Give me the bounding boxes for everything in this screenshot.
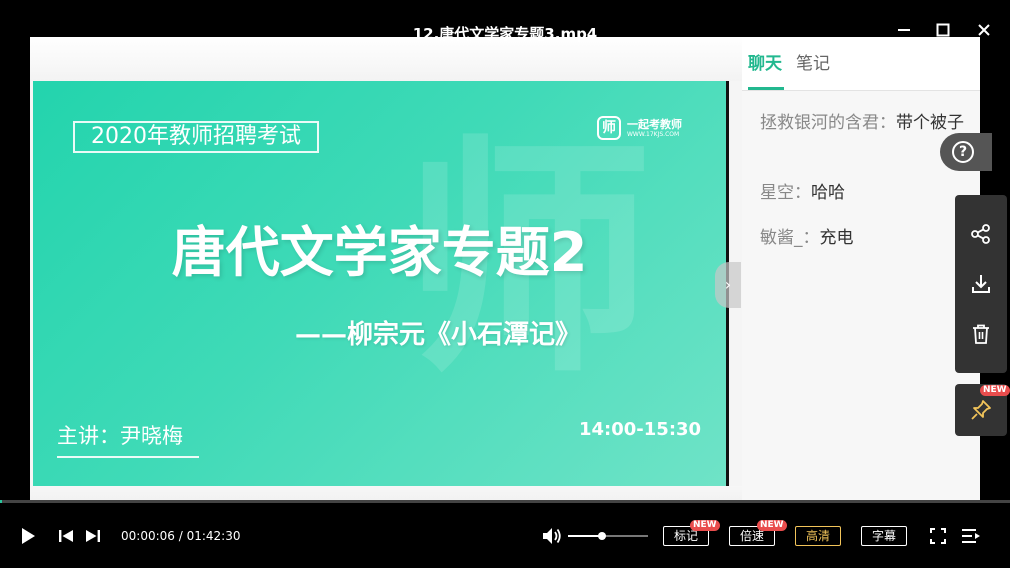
chat-username: 星空： xyxy=(760,183,811,203)
subtitle-button[interactable]: 字幕 xyxy=(861,526,907,546)
delete-button[interactable] xyxy=(955,311,1007,357)
delete-icon xyxy=(973,324,989,344)
window-title: 12.唐代文学家专题3.mp4 xyxy=(412,25,598,43)
fullscreen-icon xyxy=(930,528,946,544)
playlist-icon xyxy=(962,529,980,543)
volume-fill xyxy=(568,535,602,537)
chat-username: 敏酱_： xyxy=(760,228,820,248)
volume-knob[interactable] xyxy=(598,532,606,540)
download-icon xyxy=(972,275,990,293)
logo-name: 一起考教师 xyxy=(627,118,682,131)
slide-sub-title: ——柳宗元《小石潭记》 xyxy=(295,320,582,350)
chat-text: 哈哈 xyxy=(811,183,845,203)
speaker-underline xyxy=(57,456,199,458)
fullscreen-button[interactable] xyxy=(930,528,946,548)
logo-mark: 师 xyxy=(597,116,621,140)
lecture-slide: 师 2020年教师招聘考试 师 一起考教师 WWW.17KJS.COM 唐代文学… xyxy=(33,81,726,486)
video-frame[interactable]: 师 2020年教师招聘考试 师 一起考教师 WWW.17KJS.COM 唐代文学… xyxy=(30,37,980,530)
brand-logo: 师 一起考教师 WWW.17KJS.COM xyxy=(597,115,697,145)
speaker-label: 主讲：尹晓梅 xyxy=(57,424,183,448)
skip-back-icon xyxy=(59,530,73,542)
chat-username: 拯救银河的含君： xyxy=(760,113,896,133)
volume-button[interactable] xyxy=(541,526,563,550)
chat-message: 星空：哈哈 xyxy=(760,181,965,205)
collapse-panel-handle[interactable]: › xyxy=(715,262,741,308)
next-button[interactable] xyxy=(85,528,101,548)
time-display: 00:00:06 / 01:42:30 xyxy=(121,529,241,543)
quality-button[interactable]: 高清 xyxy=(795,526,841,546)
play-button[interactable] xyxy=(20,527,36,549)
chat-text: 充电 xyxy=(819,228,854,248)
volume-icon xyxy=(543,528,561,544)
pin-new-badge: NEW xyxy=(980,385,1010,396)
volume-slider[interactable] xyxy=(568,532,648,540)
chat-tabs: 聊天 笔记 xyxy=(742,37,980,91)
chevron-right-icon: › xyxy=(724,275,732,294)
active-tab-indicator xyxy=(748,87,784,90)
tab-notes[interactable]: 笔记 xyxy=(796,52,830,76)
tab-chat[interactable]: 聊天 xyxy=(748,52,782,76)
chat-text: 带个被子 xyxy=(896,113,964,133)
slide-main-title: 唐代文学家专题2 xyxy=(171,221,588,284)
control-bar: 00:00:06 / 01:42:30 标记 NEW 倍速 NEW 高清 字幕 xyxy=(0,503,1010,568)
side-toolbar xyxy=(955,195,1007,373)
share-button[interactable] xyxy=(955,211,1007,257)
download-button[interactable] xyxy=(955,261,1007,307)
playlist-button[interactable] xyxy=(961,528,981,548)
exam-label: 2020年教师招聘考试 xyxy=(73,121,319,153)
chat-panel: 聊天 笔记 拯救银河的含君：带个被子 星空：哈哈 敏酱_：充电 xyxy=(742,37,980,530)
chat-message: 敏酱_：充电 xyxy=(760,226,965,250)
logo-url: WWW.17KJS.COM xyxy=(627,131,680,138)
speed-new-badge: NEW xyxy=(757,520,787,531)
chat-message: 拯救银河的含君：带个被子 xyxy=(760,111,965,135)
help-icon: ? xyxy=(952,141,974,163)
pin-icon xyxy=(971,400,991,420)
share-icon xyxy=(971,224,990,244)
lecture-time: 14:00-15:30 xyxy=(579,419,702,440)
play-icon xyxy=(22,528,35,544)
help-button[interactable]: ? xyxy=(940,133,992,171)
mark-new-badge: NEW xyxy=(690,520,720,531)
previous-button[interactable] xyxy=(58,528,74,548)
skip-forward-icon xyxy=(86,530,100,542)
